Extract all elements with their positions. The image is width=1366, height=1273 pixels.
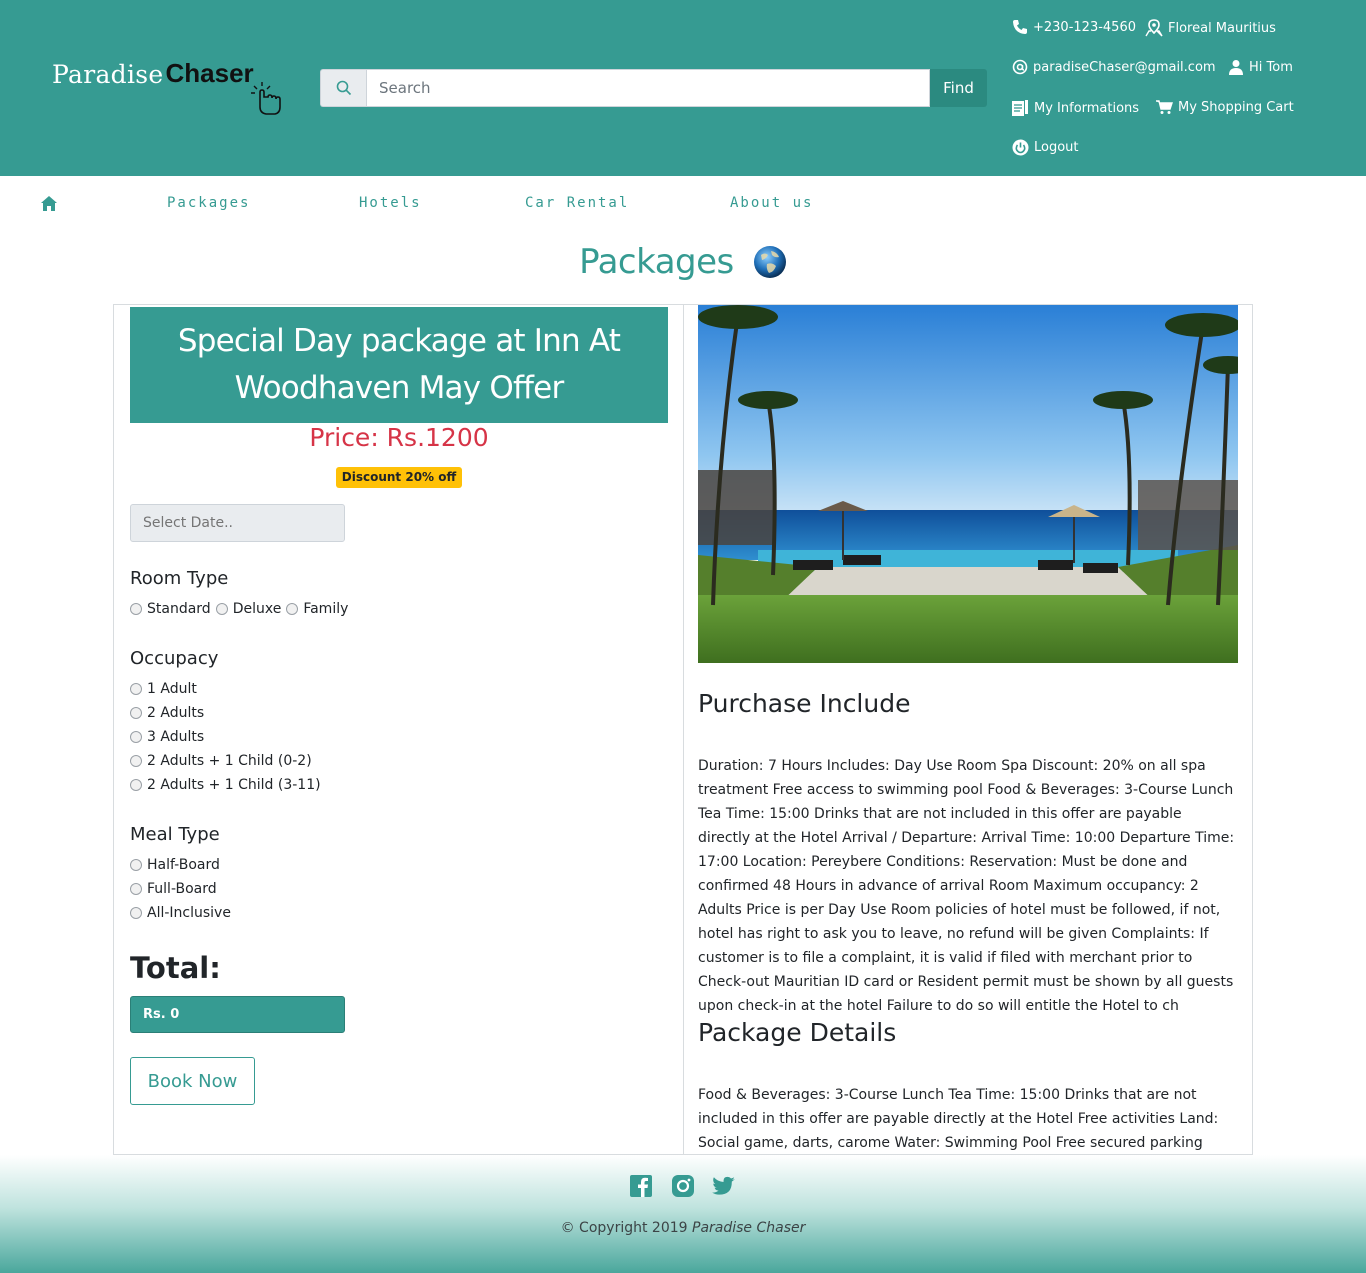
occupancy-label: 2 Adults + 1 Child (3-11) xyxy=(147,777,321,793)
cart-icon xyxy=(1156,100,1173,114)
brand-logo[interactable]: Paradise Chaser xyxy=(52,58,281,115)
search-icon xyxy=(320,69,366,107)
nav-item-packages[interactable]: Packages xyxy=(167,195,250,211)
nav-item-car-rental[interactable]: Car Rental xyxy=(525,195,629,211)
globe-icon xyxy=(753,246,786,278)
discount-badge: Discount 20% off xyxy=(336,467,462,488)
twitter-icon[interactable] xyxy=(712,1174,736,1198)
phone-text: +230-123-4560 xyxy=(1033,19,1136,35)
date-picker-input[interactable] xyxy=(130,504,345,542)
copyright-brand: Paradise Chaser xyxy=(692,1220,806,1236)
copyright-prefix: © Copyright 2019 xyxy=(560,1220,688,1236)
phone-icon xyxy=(1013,20,1027,34)
user-icon xyxy=(1229,60,1243,75)
shopping-cart-link[interactable]: My Shopping Cart xyxy=(1155,99,1294,115)
map-pin-icon xyxy=(1145,19,1163,37)
user-greeting-link[interactable]: Hi Tom xyxy=(1228,59,1293,75)
occupancy-label: 1 Adult xyxy=(147,681,197,697)
radio-standard[interactable] xyxy=(130,603,142,615)
occupancy-option: 2 Adults xyxy=(130,705,204,721)
purchase-include-heading: Purchase Include xyxy=(698,689,911,718)
radio-3-adults[interactable] xyxy=(130,731,142,743)
logout-text: Logout xyxy=(1034,140,1079,155)
occupancy-label: 3 Adults xyxy=(147,729,205,745)
package-photo xyxy=(698,305,1238,663)
pointer-hand-icon xyxy=(251,82,281,115)
page-title: Packages xyxy=(579,242,734,282)
purchase-include-text: Duration: 7 Hours Includes: Day Use Room… xyxy=(698,758,1235,1014)
footer: © Copyright 2019 Paradise Chaser xyxy=(0,1155,1366,1273)
phone-link[interactable]: +230-123-4560 xyxy=(1012,19,1136,35)
pool-photo-image xyxy=(698,305,1238,663)
meal-type-label: Full-Board xyxy=(147,881,217,897)
room-type-label: Family xyxy=(303,601,349,617)
nav-item-about-us[interactable]: About us xyxy=(730,195,813,211)
at-sign-icon xyxy=(1012,59,1028,75)
column-divider xyxy=(683,305,684,1154)
radio-deluxe[interactable] xyxy=(215,603,228,615)
occupancy-heading: Occupacy xyxy=(130,648,219,669)
brand-name-part2: Chaser xyxy=(165,58,254,88)
main-nav: Packages Hotels Car Rental About us xyxy=(0,176,1366,232)
copyright: © Copyright 2019 Paradise Chaser xyxy=(0,1220,1366,1236)
package-price: Price: Rs.1200 xyxy=(309,423,489,452)
radio-2-adults-1-child-3-11[interactable] xyxy=(130,779,142,791)
email-link[interactable]: paradiseChaser@gmail.com xyxy=(1012,59,1216,75)
home-icon[interactable] xyxy=(40,195,58,212)
location-text: Floreal Mauritius xyxy=(1168,20,1276,36)
total-value: Rs. 0 xyxy=(130,996,345,1033)
greeting-text: Hi Tom xyxy=(1249,59,1293,75)
room-type-label: Standard xyxy=(147,601,211,617)
package-card: Special Day package at Inn At Woodhaven … xyxy=(113,304,1253,1155)
meal-type-heading: Meal Type xyxy=(130,824,220,845)
occupancy-option: 3 Adults xyxy=(130,729,204,745)
radio-1-adult[interactable] xyxy=(130,683,142,695)
nav-item-hotels[interactable]: Hotels xyxy=(359,195,422,211)
occupancy-option: 2 Adults + 1 Child (3-11) xyxy=(130,777,321,793)
document-icon xyxy=(1012,100,1028,116)
occupancy-label: 2 Adults + 1 Child (0-2) xyxy=(147,753,312,769)
room-type-heading: Room Type xyxy=(130,568,229,589)
radio-2-adults[interactable] xyxy=(130,707,142,719)
meal-type-option: Full-Board xyxy=(130,881,217,897)
my-informations-text: My Informations xyxy=(1034,100,1140,116)
room-type-options: Standard Deluxe Family xyxy=(130,601,353,617)
meal-type-label: Half-Board xyxy=(147,857,220,873)
radio-all-inclusive[interactable] xyxy=(130,907,142,919)
header: Paradise Chaser Find +230-123-4560 Flore… xyxy=(0,0,1366,176)
search-input[interactable] xyxy=(366,69,930,107)
radio-family[interactable] xyxy=(286,603,299,615)
radio-half-board[interactable] xyxy=(130,859,142,871)
facebook-icon[interactable] xyxy=(629,1174,653,1198)
occupancy-label: 2 Adults xyxy=(147,705,205,721)
package-details-heading: Package Details xyxy=(698,1018,897,1047)
meal-type-option: All-Inclusive xyxy=(130,905,231,921)
email-text: paradiseChaser@gmail.com xyxy=(1033,59,1216,75)
room-type-label: Deluxe xyxy=(232,601,282,617)
find-button[interactable]: Find xyxy=(930,69,987,107)
package-title: Special Day package at Inn At Woodhaven … xyxy=(130,307,668,423)
package-details-text: Food & Beverages: 3-Course Lunch Tea Tim… xyxy=(698,1087,1219,1151)
power-icon xyxy=(1012,139,1029,156)
instagram-icon[interactable] xyxy=(671,1174,695,1198)
search-bar: Find xyxy=(320,69,987,107)
total-heading: Total: xyxy=(130,951,221,985)
occupancy-option: 2 Adults + 1 Child (0-2) xyxy=(130,753,312,769)
shopping-cart-text: My Shopping Cart xyxy=(1178,99,1294,115)
meal-type-option: Half-Board xyxy=(130,857,220,873)
logout-link[interactable]: Logout xyxy=(1012,139,1079,156)
meal-type-label: All-Inclusive xyxy=(147,905,231,921)
book-now-button[interactable]: Book Now xyxy=(130,1057,255,1105)
location-link[interactable]: Floreal Mauritius xyxy=(1145,19,1276,37)
occupancy-option: 1 Adult xyxy=(130,681,197,697)
my-informations-link[interactable]: My Informations xyxy=(1011,99,1139,117)
radio-2-adults-1-child-0-2[interactable] xyxy=(130,755,142,767)
page-title-row: Packages xyxy=(0,242,1366,282)
radio-full-board[interactable] xyxy=(130,883,142,895)
brand-name-part1: Paradise xyxy=(52,60,164,89)
